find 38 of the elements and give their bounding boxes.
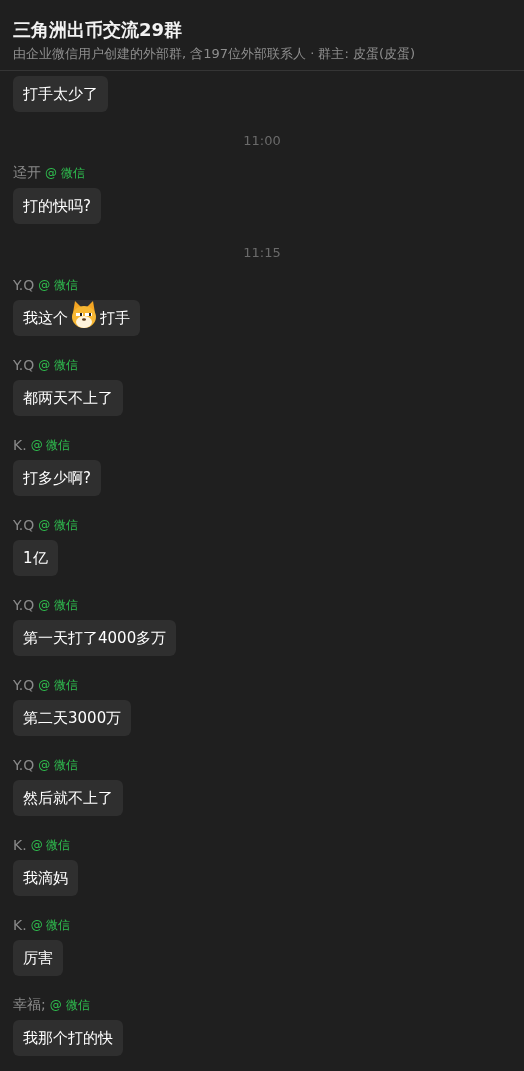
sender-name: 迳开 xyxy=(13,164,41,182)
sender-name: 幸福; xyxy=(13,996,46,1014)
message-bubble: 第一天打了4000多万 xyxy=(13,620,177,656)
sender-name: Y.Q xyxy=(13,357,35,373)
message-bubble: 第二天3000万 xyxy=(13,700,132,736)
sender-name: K. xyxy=(13,917,27,933)
wechat-tag: @ 微信 xyxy=(38,676,78,694)
sender-name: K. xyxy=(13,837,27,853)
message-bubble: 我那个打的快 xyxy=(13,1020,123,1056)
wechat-tag: @ 微信 xyxy=(45,164,85,182)
sender-name: Y.Q xyxy=(13,277,35,293)
message-bubble: 打手太少了 xyxy=(13,76,108,112)
message-bubble: 打多少啊? xyxy=(13,460,101,496)
wechat-tag: @ 微信 xyxy=(38,596,78,614)
message-bubble: 我这个 打手 xyxy=(13,300,140,336)
sender-name: Y.Q xyxy=(13,677,35,693)
message-bubble: 打的快吗? xyxy=(13,188,101,224)
timestamp: 11:15 xyxy=(243,245,281,260)
chat-title: 三角洲出币交流29群 xyxy=(13,18,184,42)
sender-name: Y.Q xyxy=(13,757,35,773)
wechat-tag: @ 微信 xyxy=(38,756,78,774)
sender-name: Y.Q xyxy=(13,517,35,533)
message-bubble: 厉害 xyxy=(13,940,63,976)
sender-name: K. xyxy=(13,437,27,453)
message-bubble: 都两天不上了 xyxy=(13,380,123,416)
group-info: 由企业微信用户创建的外部群, 含197位外部联系人 · 群主: 皮蛋(皮蛋) xyxy=(13,45,417,63)
wechat-tag: @ 微信 xyxy=(38,276,78,294)
wechat-tag: @ 微信 xyxy=(49,996,90,1014)
message-bubble: 1亿 xyxy=(13,540,58,576)
wechat-tag: @ 微信 xyxy=(38,516,78,534)
sender-name: Y.Q xyxy=(13,597,35,613)
timestamp: 11:00 xyxy=(243,133,281,148)
wechat-tag: @ 微信 xyxy=(30,436,71,454)
message-bubble: 然后就不上了 xyxy=(13,780,123,816)
wechat-tag: @ 微信 xyxy=(30,836,71,854)
message-bubble: 我滴妈 xyxy=(13,860,78,896)
wechat-tag: @ 微信 xyxy=(38,356,78,374)
wechat-tag: @ 微信 xyxy=(30,916,71,934)
